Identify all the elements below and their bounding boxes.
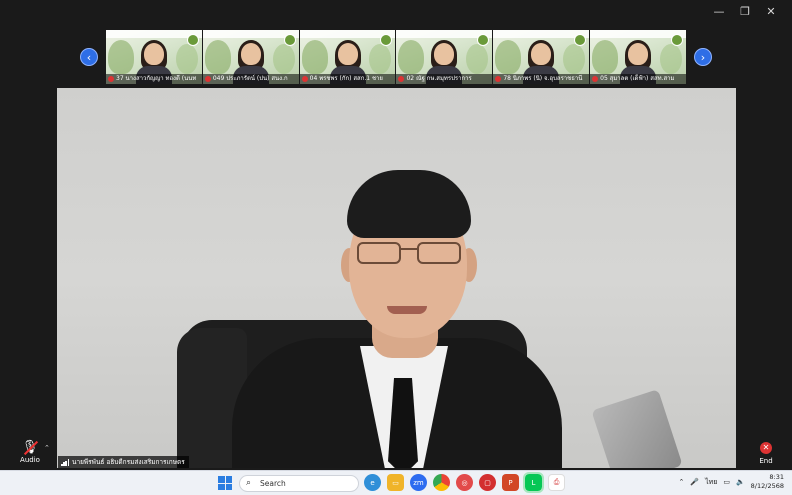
logo-icon [574, 34, 587, 46]
speaker-name-tag: นายพีรพันธ์ อธิบดีกรมส่งเสริมการเกษตร [58, 456, 189, 468]
monitor-icon[interactable]: ▭ [723, 478, 730, 486]
chrome-icon[interactable] [433, 474, 450, 491]
participant-face [144, 43, 164, 65]
glasses-lens [417, 242, 461, 264]
logo-icon [186, 34, 199, 46]
close-icon: ✕ [760, 442, 772, 454]
chevron-up-icon[interactable]: ⌃ [678, 478, 684, 486]
decoration [563, 44, 586, 74]
decoration [495, 40, 522, 74]
glasses-bridge [401, 248, 417, 250]
app-icon[interactable]: ▢ [479, 474, 496, 491]
zoom-icon[interactable]: zm [410, 474, 427, 491]
logo-icon [670, 34, 683, 46]
participant-face [337, 43, 358, 65]
zoom-meeting-window: — ❐ ✕ ‹ 37 นางสาวกัญญา ทองดี (นนท 049 ปร… [0, 0, 792, 495]
decoration [592, 40, 619, 74]
participant-name: 02 ณัฐ กษ.สมุทรปราการ [396, 74, 493, 84]
decoration [659, 44, 682, 74]
speaker-glasses [355, 242, 463, 266]
decoration [272, 44, 295, 74]
date: 8/12/2568 [750, 482, 784, 490]
pdf-icon[interactable]: ⎙ [548, 474, 565, 491]
chevron-up-icon[interactable]: ⌃ [44, 444, 50, 452]
speaker-name: นายพีรพันธ์ อธิบดีกรมส่งเสริมการเกษตร [72, 458, 185, 466]
participant-tile[interactable]: 049 ประภารัตน์ (ปน) สนง.ก [202, 30, 299, 84]
speaker-icon[interactable]: 🔈 [736, 478, 745, 486]
app-icon[interactable]: ◎ [456, 474, 473, 491]
language-indicator[interactable]: ไทย [705, 477, 717, 488]
participant-name: 04 พรชพร (กัก) สสก.1 ชาย [299, 74, 396, 84]
participant-tile[interactable]: 05 สุมาลต (เด็ฟ้า) สสท.สาม [590, 30, 686, 84]
pinned-apps: e ▭ zm ◎ ▢ P L ⎙ [364, 472, 565, 493]
decoration [369, 44, 392, 74]
participant-face [628, 43, 649, 65]
file-explorer-icon[interactable]: ▭ [387, 474, 404, 491]
logo-icon [380, 34, 393, 46]
chevron-right-icon[interactable]: › [694, 48, 712, 66]
end-button[interactable]: ✕ End [748, 440, 784, 465]
window-controls: — ❐ ✕ [706, 4, 784, 20]
microphone-object [591, 389, 683, 468]
participant-face [240, 43, 261, 65]
edge-icon[interactable]: e [364, 474, 381, 491]
powerpoint-icon[interactable]: P [502, 474, 519, 491]
windows-taskbar: ⌕ Search e ▭ zm ◎ ▢ P L ⎙ ⌃ 🎤 ไทย ▭ 🔈 8:… [0, 470, 792, 495]
decoration [175, 44, 198, 74]
decoration [108, 40, 134, 74]
participant-tile[interactable]: 02 ณัฐ กษ.สมุทรปราการ [396, 30, 493, 84]
participant-name: 37 นางสาวกัญญา ทองดี (นนท [106, 74, 202, 84]
decoration [204, 40, 231, 74]
audio-label: Audio [20, 456, 40, 464]
participant-tile[interactable]: 37 นางสาวกัญญา ทองดี (นนท [106, 30, 202, 84]
active-speaker-video [57, 88, 736, 468]
logo-icon [477, 34, 490, 46]
muted-mic-icon [301, 76, 308, 82]
close-icon[interactable]: ✕ [758, 4, 784, 20]
decoration [301, 40, 328, 74]
participant-tile[interactable]: 78 นิภาพร (นิ) จ.อุบลราชธานี [493, 30, 590, 84]
clock[interactable]: 8:31 8/12/2568 [751, 473, 784, 491]
participant-name: 049 ประภารัตน์ (ปน) สนง.ก [202, 74, 299, 84]
speaker-hair [347, 170, 471, 238]
search-placeholder: Search [260, 479, 286, 488]
signal-bars-icon [61, 459, 70, 466]
chevron-left-icon[interactable]: ‹ [80, 48, 98, 66]
logo-icon [283, 34, 296, 46]
decoration [466, 44, 489, 74]
line-icon[interactable]: L [523, 472, 544, 493]
system-tray: ⌃ 🎤 ไทย ▭ 🔈 8:31 8/12/2568 [678, 473, 784, 491]
end-label: End [759, 457, 773, 465]
participant-face [434, 43, 455, 65]
participant-name: 05 สุมาลต (เด็ฟ้า) สสท.สาม [590, 74, 686, 84]
time: 8:31 [769, 473, 784, 481]
microphone-icon[interactable]: 🎤 [690, 478, 699, 486]
restore-icon[interactable]: ❐ [732, 4, 758, 20]
participant-tile[interactable]: 04 พรชพร (กัก) สสก.1 ชาย [299, 30, 396, 84]
taskbar-search[interactable]: ⌕ Search [239, 475, 359, 492]
gallery-strip: ‹ 37 นางสาวกัญญา ทองดี (นนท 049 ประภารัต… [78, 28, 714, 86]
speaker-mouth [387, 306, 427, 314]
decoration [398, 40, 425, 74]
muted-mic-icon [108, 76, 114, 82]
participant-face [531, 43, 552, 65]
windows-start-icon[interactable] [218, 476, 232, 490]
muted-mic-icon [204, 76, 211, 82]
glasses-lens [357, 242, 401, 264]
participant-name: 78 นิภาพร (นิ) จ.อุบลราชธานี [493, 74, 590, 84]
search-icon: ⌕ [246, 478, 252, 488]
participant-thumbnails: 37 นางสาวกัญญา ทองดี (นนท 049 ประภารัตน์… [106, 30, 686, 84]
minimize-icon[interactable]: — [706, 4, 732, 20]
